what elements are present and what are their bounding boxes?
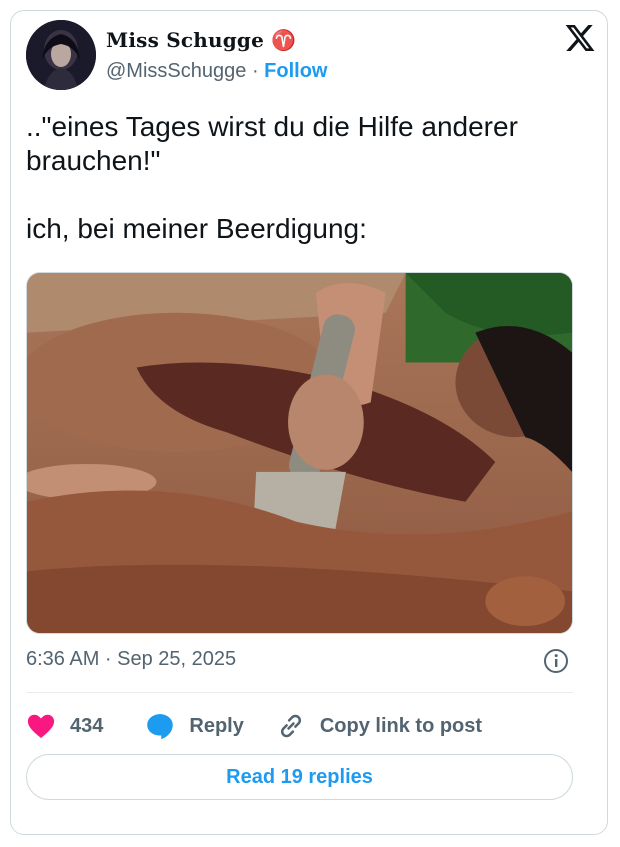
copy-link-label: Copy link to post bbox=[319, 714, 483, 737]
author-name-text: Miss Schugge bbox=[106, 28, 265, 52]
tweet-photo[interactable] bbox=[26, 272, 573, 634]
tweet-timestamp[interactable]: 6:36 AM · Sep 25, 2025 bbox=[26, 648, 236, 671]
like-button[interactable]: 434 bbox=[26, 711, 103, 741]
divider bbox=[26, 692, 573, 693]
author-display-name[interactable]: Miss Schugge ♈ bbox=[106, 28, 296, 52]
follow-button[interactable]: Follow bbox=[264, 60, 327, 82]
read-replies-button[interactable]: Read 19 replies bbox=[26, 754, 573, 800]
author-handle-row: @MissSchugge · Follow bbox=[106, 60, 328, 83]
tweet-text: .."eines Tages wirst du die Hilfe andere… bbox=[26, 111, 518, 244]
handle-separator: · bbox=[251, 60, 259, 82]
like-count: 434 bbox=[70, 714, 104, 737]
speech-bubble-icon bbox=[147, 714, 174, 740]
action-bar: 434 Reply Copy link to post bbox=[26, 706, 573, 746]
avatar[interactable] bbox=[26, 20, 96, 90]
heart-icon bbox=[27, 714, 55, 738]
gothic-glyph-icon: ♈ bbox=[271, 28, 297, 52]
copy-link-button[interactable]: Copy link to post bbox=[276, 711, 482, 741]
x-logo-icon[interactable] bbox=[564, 22, 596, 54]
read-replies-label: Read 19 replies bbox=[226, 765, 373, 788]
info-icon[interactable] bbox=[543, 648, 569, 674]
link-icon bbox=[280, 714, 301, 738]
avatar-image bbox=[26, 20, 96, 90]
reply-button[interactable]: Reply bbox=[145, 711, 244, 741]
photo-person-buried-in-dirt bbox=[27, 273, 572, 633]
author-handle[interactable]: @MissSchugge bbox=[106, 60, 246, 82]
reply-label: Reply bbox=[189, 714, 244, 737]
